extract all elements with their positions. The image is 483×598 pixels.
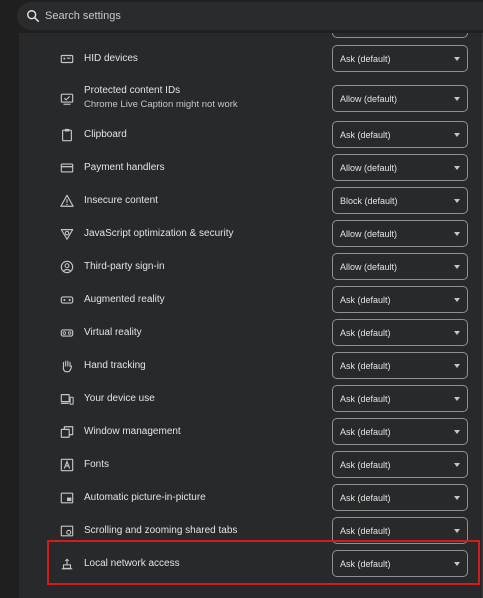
hand-icon — [59, 358, 75, 374]
setting-label: Scrolling and zooming shared tabs — [84, 525, 238, 536]
dropdown-value: Ask (default) — [340, 130, 391, 140]
scroll-zoom-tab-icon — [59, 523, 75, 539]
setting-label: Window management — [84, 426, 181, 437]
setting-row-automatic-pip: Automatic picture-in-picture Ask (defaul… — [19, 482, 482, 514]
dropdown-value: Ask (default) — [340, 295, 391, 305]
setting-row-third-party-sign-in: Third-party sign-in Allow (default) — [19, 251, 482, 283]
devices-icon — [59, 391, 75, 407]
setting-row-augmented-reality: Augmented reality Ask (default) — [19, 284, 482, 316]
setting-label: Third-party sign-in — [84, 261, 165, 272]
dropdown-value: Allow (default) — [340, 163, 398, 173]
dropdown-value: Ask (default) — [340, 328, 391, 338]
dropdown-value: Ask (default) — [340, 526, 391, 536]
caret-down-icon — [454, 232, 460, 236]
dropdown-value: Ask (default) — [340, 427, 391, 437]
setting-row-fonts: Fonts Ask (default) — [19, 449, 482, 481]
setting-label: Virtual reality — [84, 327, 142, 338]
top-bar: Search settings — [0, 0, 483, 33]
setting-label: Augmented reality — [84, 294, 165, 305]
caret-down-icon — [454, 397, 460, 401]
setting-label: Payment handlers — [84, 162, 165, 173]
dropdown-value: Allow (default) — [340, 94, 398, 104]
permission-dropdown-payment-handlers[interactable]: Allow (default) — [332, 154, 468, 181]
setting-row-your-device-use: Your device use Ask (default) — [19, 383, 482, 415]
permission-dropdown-hid-devices[interactable]: Ask (default) — [332, 45, 468, 72]
permission-dropdown-your-device-use[interactable]: Ask (default) — [332, 385, 468, 412]
caret-down-icon — [454, 496, 460, 500]
permission-dropdown-insecure-content[interactable]: Block (default) — [332, 187, 468, 214]
site-settings-panel: HID devices Ask (default) Protected cont… — [19, 33, 483, 598]
caret-down-icon — [454, 199, 460, 203]
setting-label: JavaScript optimization & security — [84, 228, 234, 239]
hid-devices-icon — [59, 51, 75, 67]
permission-dropdown-clipboard[interactable]: Ask (default) — [332, 121, 468, 148]
setting-label: Clipboard — [84, 129, 127, 140]
caret-down-icon — [454, 97, 460, 101]
permission-dropdown-window-management[interactable]: Ask (default) — [332, 418, 468, 445]
setting-label: Fonts — [84, 459, 110, 470]
setting-label: Automatic picture-in-picture — [84, 492, 206, 503]
search-placeholder: Search settings — [45, 10, 121, 22]
highlight-box — [47, 540, 480, 585]
ar-headset-icon — [59, 292, 75, 308]
picture-in-picture-icon — [59, 490, 75, 506]
setting-row-insecure-content: Insecure content Block (default) — [19, 185, 482, 217]
dropdown-value: Ask (default) — [340, 394, 391, 404]
dropdown-value: Ask (default) — [340, 493, 391, 503]
permission-dropdown-automatic-pip[interactable]: Ask (default) — [332, 484, 468, 511]
setting-row-payment-handlers: Payment handlers Allow (default) — [19, 152, 482, 184]
protected-content-icon — [59, 91, 75, 107]
payment-card-icon — [59, 160, 75, 176]
setting-label: HID devices — [84, 53, 138, 64]
setting-sublabel: Chrome Live Caption might not work — [84, 99, 238, 110]
dropdown-value: Ask (default) — [340, 54, 391, 64]
font-icon — [59, 457, 75, 473]
search-icon — [27, 10, 40, 23]
clipboard-icon — [59, 127, 75, 143]
permission-dropdown-virtual-reality[interactable]: Ask (default) — [332, 319, 468, 346]
dropdown-value: Ask (default) — [340, 361, 391, 371]
caret-down-icon — [454, 331, 460, 335]
warning-triangle-icon — [59, 193, 75, 209]
dropdown-value: Block (default) — [340, 196, 398, 206]
setting-row-javascript-optimization: JavaScript optimization & security Allow… — [19, 218, 482, 250]
window-management-icon — [59, 424, 75, 440]
setting-row-clipboard: Clipboard Ask (default) — [19, 119, 482, 151]
permission-dropdown-hand-tracking[interactable]: Ask (default) — [332, 352, 468, 379]
dropdown-value: Ask (default) — [340, 460, 391, 470]
account-circle-icon — [59, 259, 75, 275]
dropdown-value: Allow (default) — [340, 262, 398, 272]
caret-down-icon — [454, 463, 460, 467]
permission-dropdown-augmented-reality[interactable]: Ask (default) — [332, 286, 468, 313]
search-input[interactable]: Search settings — [17, 2, 483, 30]
setting-label: Insecure content — [84, 195, 158, 206]
caret-down-icon — [454, 133, 460, 137]
permission-dropdown-javascript-optimization[interactable]: Allow (default) — [332, 220, 468, 247]
caret-down-icon — [454, 166, 460, 170]
vr-headset-icon — [59, 325, 75, 341]
setting-row-hand-tracking: Hand tracking Ask (default) — [19, 350, 482, 382]
setting-row-window-management: Window management Ask (default) — [19, 416, 482, 448]
permission-dropdown-third-party-sign-in[interactable]: Allow (default) — [332, 253, 468, 280]
dropdown-value: Allow (default) — [340, 229, 398, 239]
setting-label: Your device use — [84, 393, 155, 404]
caret-down-icon — [454, 57, 460, 61]
v8-shield-icon — [59, 226, 75, 242]
caret-down-icon — [454, 298, 460, 302]
permission-dropdown-protected-content[interactable]: Allow (default) — [332, 85, 468, 112]
setting-row-hid-devices: HID devices Ask (default) — [19, 43, 482, 75]
setting-label: Protected content IDs — [84, 85, 181, 96]
caret-down-icon — [454, 430, 460, 434]
caret-down-icon — [454, 265, 460, 269]
partial-dropdown[interactable] — [332, 33, 468, 38]
setting-row-virtual-reality: Virtual reality Ask (default) — [19, 317, 482, 349]
caret-down-icon — [454, 364, 460, 368]
permission-dropdown-fonts[interactable]: Ask (default) — [332, 451, 468, 478]
caret-down-icon — [454, 529, 460, 533]
setting-label: Hand tracking — [84, 360, 146, 371]
setting-row-protected-content: Protected content IDs Chrome Live Captio… — [19, 82, 482, 118]
